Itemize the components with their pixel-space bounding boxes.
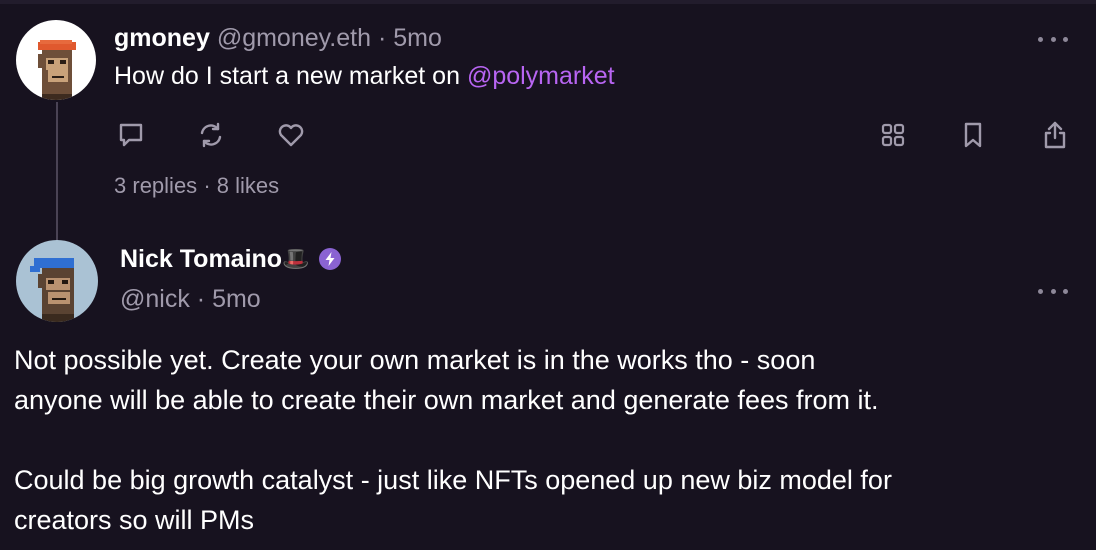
- dot: [1038, 288, 1043, 294]
- bookmark-icon: [964, 122, 982, 148]
- dot: [1063, 36, 1068, 42]
- ape-avatar-image: [16, 20, 96, 100]
- post2-age[interactable]: 5mo: [212, 285, 261, 313]
- grid-icon: [881, 123, 905, 147]
- post2-more-icon[interactable]: [1038, 286, 1068, 296]
- post2-author-handle[interactable]: @nick: [120, 285, 190, 313]
- recast-button[interactable]: [194, 118, 228, 152]
- post2-author-emoji: 🎩: [282, 246, 310, 271]
- post2-text-line: anyone will be able to create their own …: [14, 385, 879, 415]
- counts-separator: ·: [203, 173, 211, 198]
- avatar-gmoney[interactable]: [16, 20, 96, 100]
- avatar-nick[interactable]: [16, 240, 98, 322]
- post1-header: gmoney @gmoney.eth · 5mo: [114, 22, 442, 54]
- reply-button[interactable]: [114, 118, 148, 152]
- post2-handle-row: @nick · 5mo: [120, 284, 261, 314]
- dot: [1038, 36, 1043, 42]
- post1-author-name[interactable]: gmoney: [114, 24, 210, 52]
- likes-count[interactable]: 8 likes: [217, 173, 279, 198]
- likes-label: likes: [235, 173, 280, 198]
- post1-separator: ·: [377, 24, 387, 52]
- post1-more-icon[interactable]: [1038, 34, 1068, 44]
- post1-text-prefix: How do I start a new market on: [114, 62, 467, 90]
- top-divider: [0, 0, 1096, 4]
- post1-mention-link[interactable]: @polymarket: [467, 62, 615, 90]
- post2-text: Not possible yet. Create your own market…: [14, 340, 1084, 540]
- share-button[interactable]: [1038, 118, 1072, 152]
- post2-separator: ·: [196, 285, 206, 313]
- like-button[interactable]: [274, 118, 308, 152]
- thread-connector-line: [56, 102, 58, 242]
- post1-author-handle[interactable]: @gmoney.eth: [217, 24, 371, 52]
- dot: [1050, 288, 1056, 294]
- likes-number: 8: [216, 173, 230, 198]
- post1-age[interactable]: 5mo: [393, 24, 442, 52]
- post1-text: How do I start a new market on @polymark…: [114, 60, 615, 92]
- post2-text-line: creators so will PMs: [14, 505, 255, 535]
- grid-button[interactable]: [876, 118, 910, 152]
- share-icon: [1044, 121, 1066, 149]
- replies-number: 3: [114, 173, 127, 198]
- replies-count[interactable]: 3 replies: [114, 173, 197, 198]
- post2-text-line: Not possible yet. Create your own market…: [14, 345, 816, 375]
- dot: [1063, 288, 1068, 294]
- post2-text-line: Could be big growth catalyst - just like…: [14, 465, 892, 495]
- power-badge-icon: [319, 248, 342, 270]
- post2-author-name-row: Nick Tomaino 🎩: [120, 244, 342, 274]
- bookmark-button[interactable]: [956, 118, 990, 152]
- recast-icon: [200, 122, 222, 148]
- ape-avatar-image: [16, 240, 98, 322]
- post2-author-name[interactable]: Nick Tomaino: [120, 244, 282, 274]
- reply-icon: [119, 123, 143, 147]
- replies-label: replies: [132, 173, 198, 198]
- dot: [1050, 36, 1056, 42]
- post1-counts: 3 replies · 8 likes: [114, 172, 279, 200]
- heart-icon: [278, 124, 304, 147]
